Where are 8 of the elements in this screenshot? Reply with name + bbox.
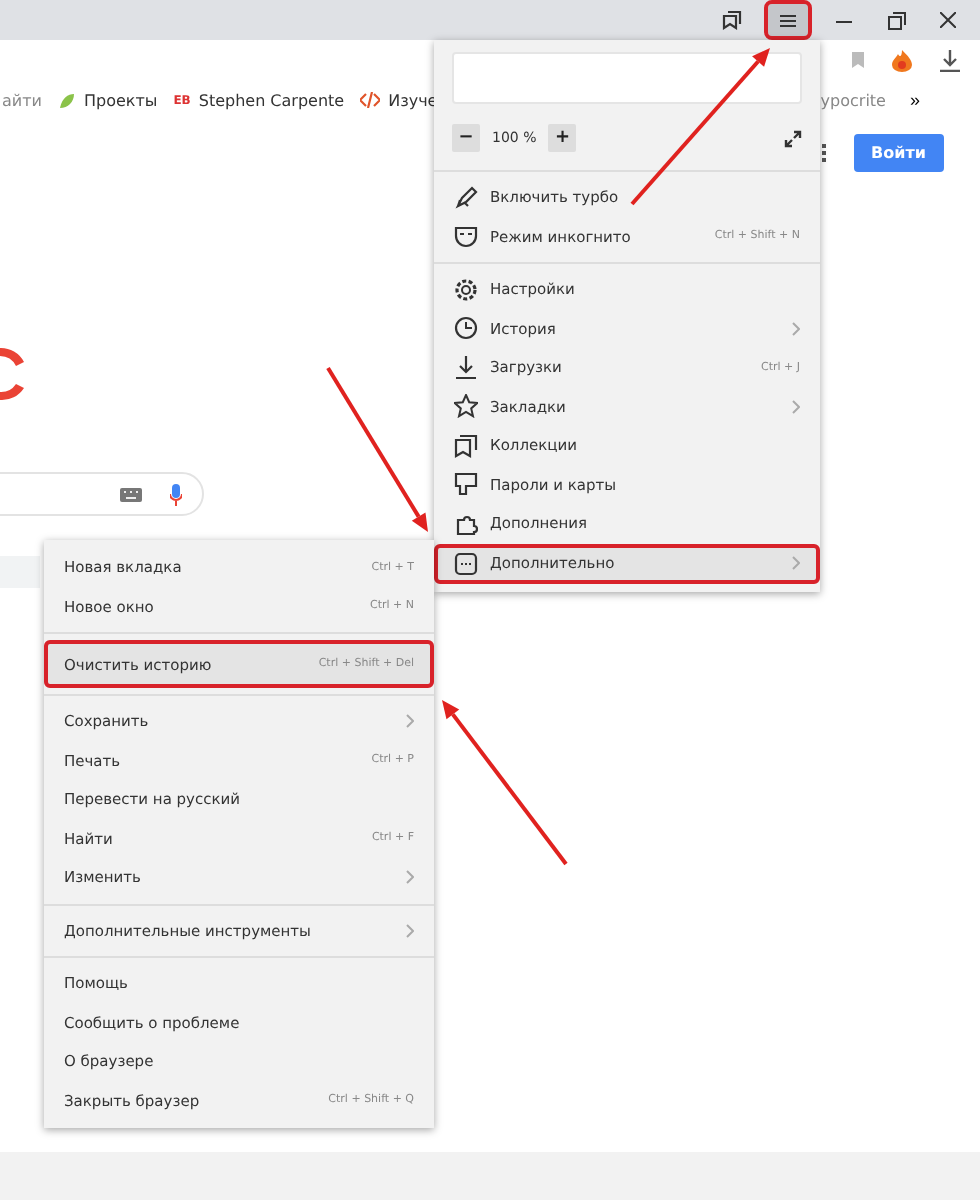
zoom-out-button[interactable]: − (452, 124, 480, 152)
bookmark-link[interactable]: Stephen Carpente (198, 91, 345, 109)
bookmark-link[interactable]: Проекты (83, 91, 158, 109)
bookmark-link[interactable]: айти (2, 91, 42, 109)
more-bookmarks-button[interactable]: » (909, 90, 920, 110)
zoom-in-button[interactable]: + (548, 124, 577, 152)
sign-in-button[interactable]: Войти (853, 134, 944, 172)
bookmark-link[interactable]: ypocrite (820, 91, 886, 109)
